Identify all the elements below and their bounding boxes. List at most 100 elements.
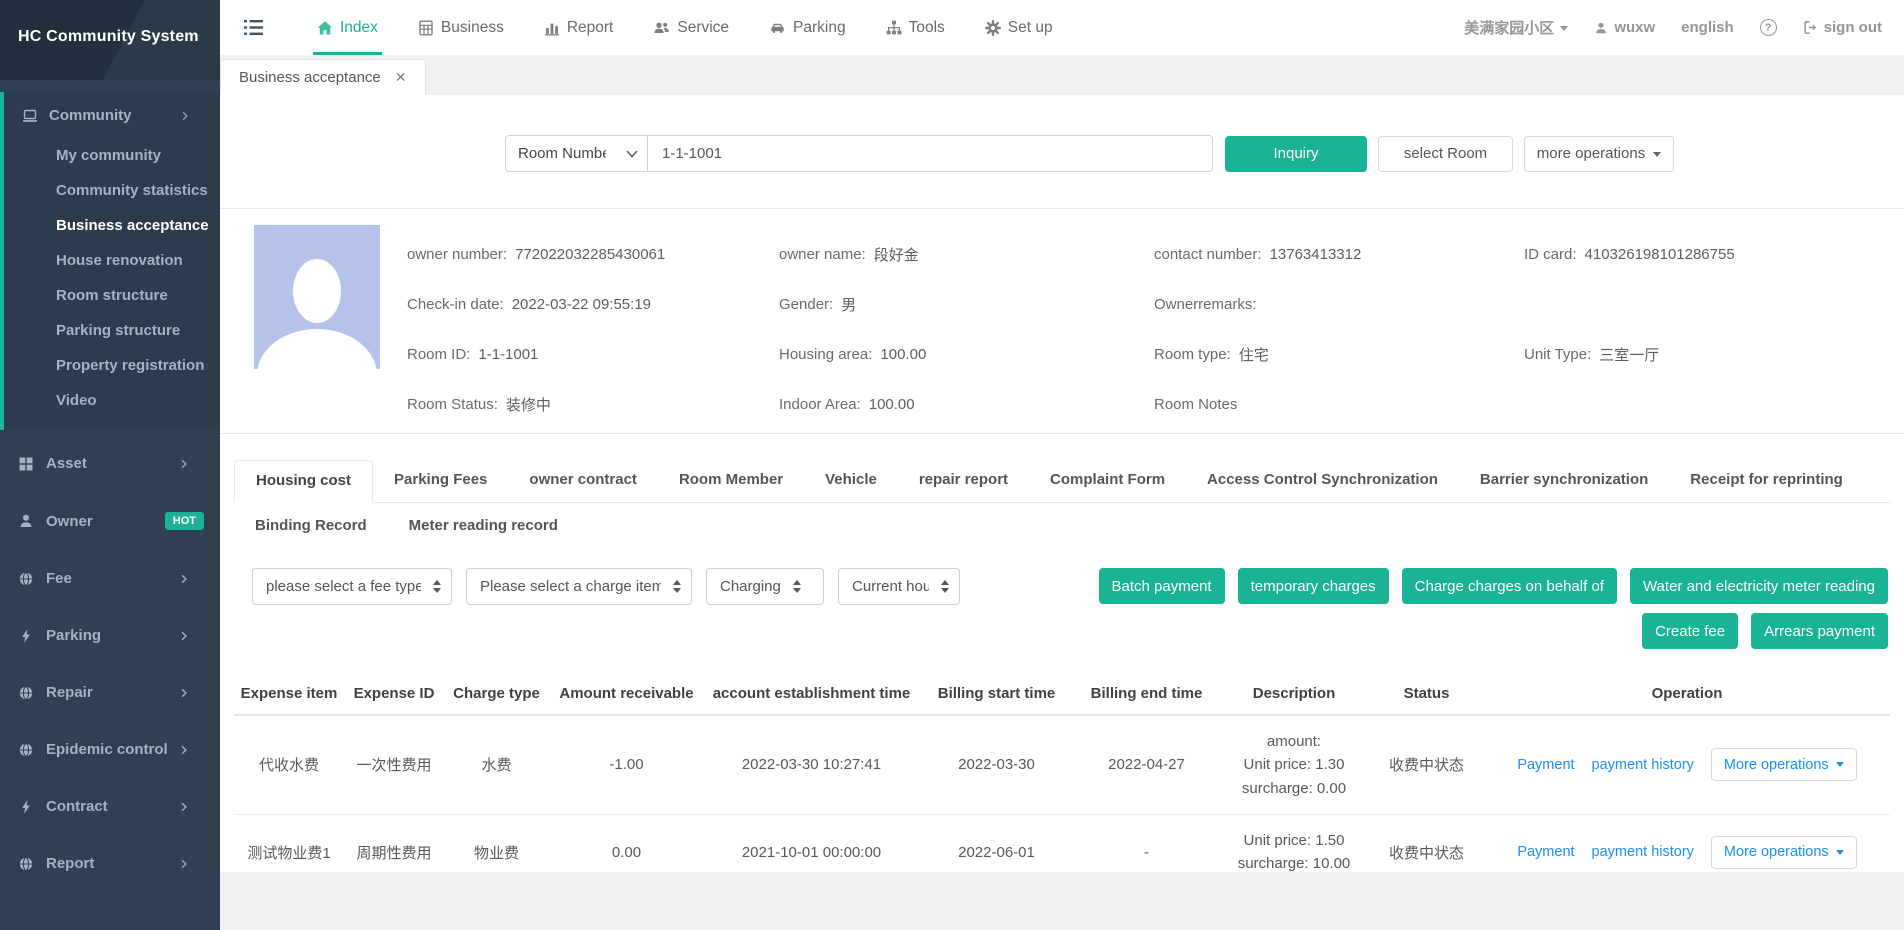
- sidebar-item-room-structure[interactable]: Room structure: [4, 278, 220, 313]
- select-room-button[interactable]: select Room: [1378, 136, 1513, 172]
- fee-table: Expense item Expense ID Charge type Amou…: [234, 675, 1890, 872]
- tab-barrier-sync[interactable]: Barrier synchronization: [1459, 460, 1669, 502]
- charge-on-behalf-button[interactable]: Charge charges on behalf of: [1402, 568, 1617, 604]
- field-contact-number: contact number:13763413312: [1154, 229, 1524, 279]
- operation-cell: Payment payment history More operations: [1488, 836, 1886, 869]
- person-icon: [18, 513, 34, 529]
- search-row: Room Number Inquiry select Room more ope…: [505, 135, 1904, 172]
- user-menu[interactable]: wuxw: [1594, 19, 1655, 36]
- meter-reading-button[interactable]: Water and electricity meter reading: [1630, 568, 1888, 604]
- owner-info-panel: owner number:772022032285430061 owner na…: [220, 209, 1904, 429]
- sidebar-item-label: Contract: [46, 798, 108, 815]
- tab-binding-record[interactable]: Binding Record: [234, 505, 388, 546]
- tab-tools[interactable]: Tools: [886, 0, 945, 55]
- fee-type-select[interactable]: please select a fee type: [252, 568, 452, 605]
- temporary-charges-button[interactable]: temporary charges: [1238, 568, 1389, 604]
- tab-index[interactable]: Index: [317, 0, 378, 55]
- col-billing-start-time: Billing start time: [919, 675, 1074, 715]
- help-glyph: ?: [1765, 22, 1772, 34]
- help-icon[interactable]: ?: [1760, 19, 1777, 36]
- tab-vehicle[interactable]: Vehicle: [804, 460, 898, 502]
- menu-toggle-icon[interactable]: [244, 20, 263, 35]
- sidebar-item-fee[interactable]: Fee: [0, 554, 220, 602]
- sidebar-item-contract[interactable]: Contract: [0, 782, 220, 830]
- globe-icon: [18, 742, 34, 758]
- sidebar-group-community: Community My community Community statist…: [0, 92, 220, 430]
- close-icon[interactable]: ✕: [395, 69, 407, 86]
- language-label: english: [1681, 19, 1734, 36]
- sidebar-item-my-community[interactable]: My community: [4, 138, 220, 173]
- calculator-icon: [418, 20, 434, 36]
- current-house-select[interactable]: Current house: [838, 568, 960, 605]
- tab-room-member[interactable]: Room Member: [658, 460, 804, 502]
- field-room-status: Room Status:装修中: [407, 379, 779, 429]
- avatar-silhouette-shoulders: [257, 329, 377, 369]
- tab-report[interactable]: Report: [544, 0, 614, 55]
- inquiry-button[interactable]: Inquiry: [1225, 136, 1367, 172]
- chevron-right-icon: [176, 858, 192, 870]
- tab-receipt-reprinting[interactable]: Receipt for reprinting: [1669, 460, 1864, 502]
- tab-housing-cost[interactable]: Housing cost: [234, 460, 373, 503]
- owner-avatar: [254, 225, 380, 369]
- sidebar-item-community-statistics[interactable]: Community statistics: [4, 173, 220, 208]
- payment-link[interactable]: Payment: [1517, 844, 1574, 860]
- sidebar-item-report[interactable]: Report: [0, 839, 220, 887]
- sign-out-button[interactable]: sign out: [1803, 19, 1882, 36]
- sidebar-item-owner[interactable]: Owner HOT: [0, 496, 220, 545]
- payment-history-link[interactable]: payment history: [1592, 844, 1694, 860]
- tab-repair-report[interactable]: repair report: [898, 460, 1029, 502]
- chevron-down-icon: [626, 150, 638, 158]
- chevron-right-icon: [176, 687, 192, 699]
- tab-complaint-form[interactable]: Complaint Form: [1029, 460, 1186, 502]
- sidebar-item-repair[interactable]: Repair: [0, 668, 220, 716]
- col-description: Description: [1219, 675, 1369, 715]
- tab-owner-contract[interactable]: owner contract: [508, 460, 658, 502]
- payment-link[interactable]: Payment: [1517, 757, 1574, 773]
- sidebar-item-label: Owner: [46, 513, 93, 530]
- charging-status-select[interactable]: Charging: [706, 568, 824, 605]
- field-empty: [1524, 279, 1904, 329]
- caret-down-icon: [1836, 762, 1844, 771]
- select-arrows-icon: [941, 576, 949, 597]
- tab-setup[interactable]: Set up: [985, 0, 1053, 55]
- tab-label: Service: [677, 19, 729, 37]
- tab-service[interactable]: Service: [653, 0, 729, 55]
- tab-label: Report: [567, 19, 614, 37]
- charge-item-select[interactable]: Please select a charge item: [466, 568, 692, 605]
- tab-business[interactable]: Business: [418, 0, 504, 55]
- room-number-input[interactable]: [648, 135, 1213, 172]
- field-id-card: ID card:410326198101286755: [1524, 229, 1904, 279]
- grid-icon: [18, 456, 34, 472]
- arrears-payment-button[interactable]: Arrears payment: [1751, 613, 1888, 649]
- sidebar-item-parking-structure[interactable]: Parking structure: [4, 313, 220, 348]
- sidebar-item-parking[interactable]: Parking: [0, 611, 220, 659]
- description-cell: Unit price: 1.50 surcharge: 10.00: [1219, 814, 1369, 872]
- globe-icon: [18, 856, 34, 872]
- open-tab-business-acceptance[interactable]: Business acceptance ✕: [220, 59, 426, 95]
- top-nav: Index Business Report Service Parking To…: [317, 0, 1053, 55]
- search-type-select[interactable]: Room Number: [505, 135, 648, 172]
- caret-down-icon: [1836, 850, 1844, 859]
- community-selector[interactable]: 美满家园小区: [1464, 17, 1568, 38]
- language-switcher[interactable]: english: [1681, 19, 1734, 36]
- tab-access-control-sync[interactable]: Access Control Synchronization: [1186, 460, 1459, 502]
- sidebar-item-epidemic-control[interactable]: Epidemic control: [0, 725, 220, 773]
- tab-parking-fees[interactable]: Parking Fees: [373, 460, 508, 502]
- sidebar-item-house-renovation[interactable]: House renovation: [4, 243, 220, 278]
- sidebar-item-community[interactable]: Community: [4, 92, 220, 138]
- tab-parking[interactable]: Parking: [769, 0, 846, 55]
- create-fee-button[interactable]: Create fee: [1642, 613, 1738, 649]
- more-operations-button[interactable]: more operations: [1524, 136, 1674, 172]
- chevron-right-icon: [176, 801, 192, 813]
- sidebar-item-property-registration[interactable]: Property registration: [4, 348, 220, 383]
- row-more-operations-button[interactable]: More operations: [1711, 836, 1857, 869]
- tab-meter-reading-record[interactable]: Meter reading record: [388, 505, 579, 546]
- sidebar-item-business-acceptance[interactable]: Business acceptance: [4, 208, 220, 243]
- batch-payment-button[interactable]: Batch payment: [1099, 568, 1225, 604]
- sidebar-item-video[interactable]: Video: [4, 383, 220, 418]
- payment-history-link[interactable]: payment history: [1592, 757, 1694, 773]
- row-more-operations-button[interactable]: More operations: [1711, 748, 1857, 781]
- col-expense-item: Expense item: [234, 675, 344, 715]
- sidebar-item-asset[interactable]: Asset: [0, 439, 220, 487]
- chevron-right-icon: [176, 630, 192, 642]
